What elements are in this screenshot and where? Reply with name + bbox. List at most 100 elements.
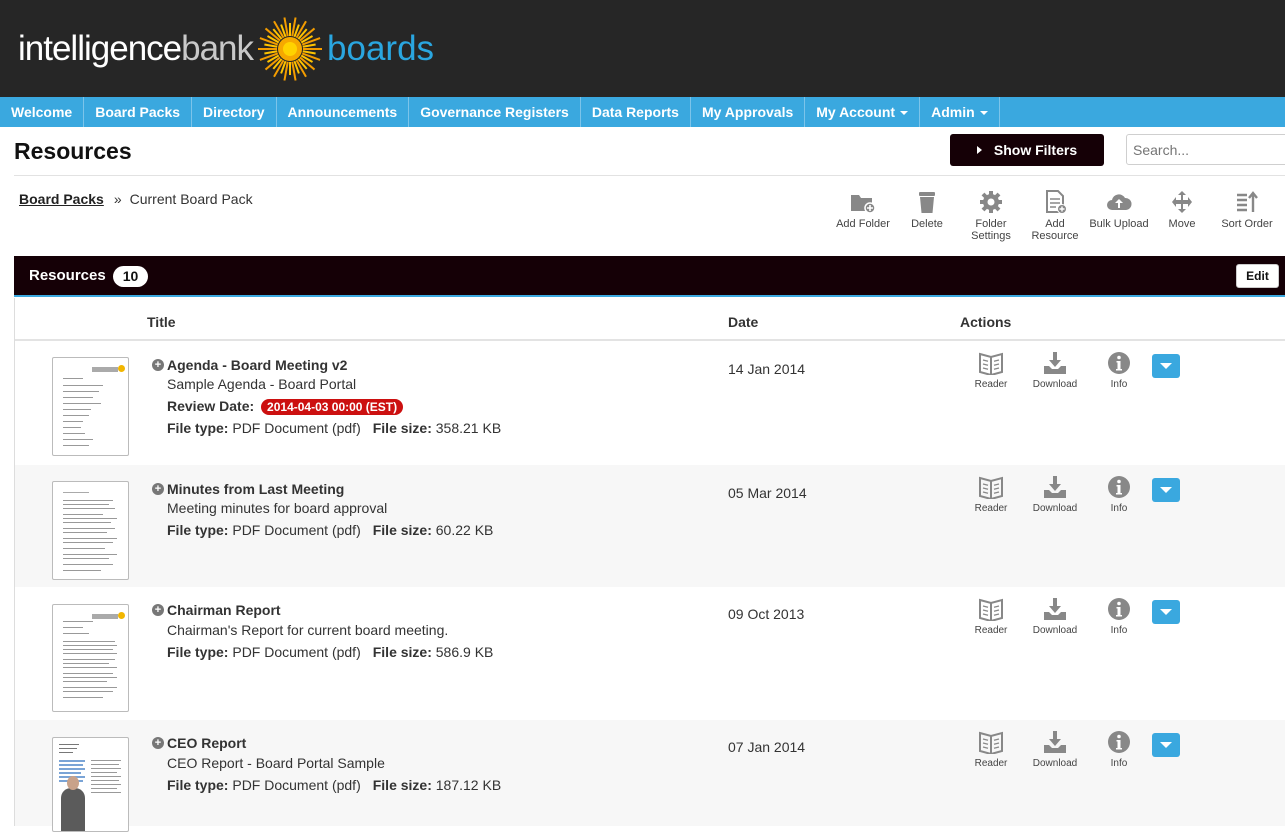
toolbar-label: Sort Order bbox=[1221, 218, 1273, 230]
resource-title[interactable]: Minutes from Last Meeting bbox=[167, 481, 344, 497]
info-icon bbox=[1108, 476, 1130, 498]
info-icon bbox=[1108, 352, 1130, 374]
download-button[interactable]: Download bbox=[1030, 351, 1080, 390]
row-menu-dropdown-button[interactable] bbox=[1152, 354, 1180, 378]
breadcrumb-board-packs[interactable]: Board Packs bbox=[19, 191, 104, 207]
resources-panel-header: Resources 10 Edit bbox=[14, 256, 1285, 297]
nav-board-packs[interactable]: Board Packs bbox=[84, 97, 193, 127]
nav-welcome[interactable]: Welcome bbox=[0, 97, 85, 127]
nav-governance-registers[interactable]: Governance Registers bbox=[409, 97, 581, 127]
row-menu-dropdown-button[interactable] bbox=[1152, 600, 1180, 624]
document-thumbnail[interactable] bbox=[52, 604, 129, 712]
action-label: Info bbox=[1110, 503, 1128, 514]
expand-icon[interactable]: + bbox=[152, 737, 164, 749]
resource-title[interactable]: Agenda - Board Meeting v2 bbox=[167, 357, 347, 373]
column-header-date[interactable]: Date bbox=[728, 314, 758, 330]
download-icon bbox=[1044, 352, 1066, 374]
nav-my-approvals[interactable]: My Approvals bbox=[691, 97, 806, 127]
reader-button[interactable]: Reader bbox=[966, 597, 1016, 636]
logo-word-boards: boards bbox=[327, 29, 435, 68]
nav-admin[interactable]: Admin bbox=[920, 97, 1000, 127]
action-label: Download bbox=[1032, 379, 1078, 390]
folder-settings-button[interactable]: Folder Settings bbox=[959, 190, 1023, 242]
search-input[interactable] bbox=[1126, 134, 1285, 165]
info-button[interactable]: Info bbox=[1094, 351, 1144, 390]
sort-order-button[interactable]: Sort Order bbox=[1215, 190, 1279, 230]
resource-date: 07 Jan 2014 bbox=[728, 739, 806, 755]
nav-my-account[interactable]: My Account bbox=[805, 97, 921, 127]
nav-directory[interactable]: Directory bbox=[192, 97, 277, 127]
add-folder-button[interactable]: Add Folder bbox=[831, 190, 895, 230]
sun-logo-icon bbox=[258, 17, 323, 81]
add-folder-icon bbox=[851, 195, 876, 214]
panel-title: Resources bbox=[29, 267, 106, 284]
table-row[interactable]: + Minutes from Last Meeting Meeting minu… bbox=[15, 465, 1285, 587]
resource-description: Meeting minutes for board approval bbox=[167, 500, 388, 516]
review-date-label: Review Date: bbox=[167, 398, 255, 414]
reader-button[interactable]: Reader bbox=[966, 351, 1016, 390]
download-button[interactable]: Download bbox=[1030, 730, 1080, 769]
nav-label: Directory bbox=[203, 104, 265, 120]
nav-label: Data Reports bbox=[591, 104, 679, 120]
resource-title[interactable]: CEO Report bbox=[167, 735, 246, 751]
add-document-icon bbox=[1046, 190, 1067, 214]
row-menu-dropdown-button[interactable] bbox=[1152, 733, 1180, 757]
info-button[interactable]: Info bbox=[1094, 475, 1144, 514]
nav-data-reports[interactable]: Data Reports bbox=[581, 97, 691, 127]
file-size-label: File size: bbox=[372, 522, 432, 538]
reader-button[interactable]: Reader bbox=[966, 730, 1016, 769]
file-meta: File type: PDF Document (pdf) File size: … bbox=[167, 420, 501, 436]
file-size-value: 60.22 KB bbox=[435, 522, 494, 538]
file-meta: File type: PDF Document (pdf) File size: … bbox=[167, 777, 501, 793]
info-button[interactable]: Info bbox=[1094, 730, 1144, 769]
show-filters-label: Show Filters bbox=[993, 142, 1078, 158]
expand-icon[interactable]: + bbox=[152, 359, 164, 371]
download-button[interactable]: Download bbox=[1030, 475, 1080, 514]
file-type-label: File type: bbox=[167, 420, 229, 436]
expand-icon[interactable]: + bbox=[152, 604, 164, 616]
main-nav: Welcome Board Packs Directory Announceme… bbox=[0, 97, 1285, 127]
nav-announcements[interactable]: Announcements bbox=[277, 97, 410, 127]
document-thumbnail[interactable] bbox=[52, 481, 129, 580]
file-size-label: File size: bbox=[372, 420, 432, 436]
row-menu-dropdown-button[interactable] bbox=[1152, 478, 1180, 502]
file-size-label: File size: bbox=[372, 644, 432, 660]
table-row[interactable]: + Agenda - Board Meeting v2 Sample Agend… bbox=[15, 341, 1285, 465]
breadcrumb-current: Current Board Pack bbox=[129, 191, 253, 207]
table-row[interactable]: + Chairman Report Chairman's Report for … bbox=[15, 587, 1285, 720]
download-icon bbox=[1044, 476, 1066, 498]
book-icon bbox=[979, 598, 1003, 621]
gear-icon bbox=[980, 191, 1002, 213]
toolbar-label: Bulk Upload bbox=[1089, 218, 1149, 230]
resource-count-badge: 10 bbox=[113, 266, 148, 287]
delete-button[interactable]: Delete bbox=[895, 190, 959, 230]
document-thumbnail[interactable] bbox=[52, 357, 129, 456]
book-icon bbox=[979, 352, 1003, 375]
thumbnail-logo bbox=[92, 365, 125, 372]
table-row[interactable]: + CEO Report CEO Report - Board Portal S… bbox=[15, 720, 1285, 832]
play-icon bbox=[976, 146, 982, 154]
document-thumbnail[interactable] bbox=[52, 737, 129, 832]
move-button[interactable]: Move bbox=[1150, 190, 1214, 230]
brand-logo[interactable]: intelligence bank boards bbox=[18, 16, 434, 82]
review-date: Review Date: 2014-04-03 00:00 (EST) bbox=[167, 398, 404, 415]
add-resource-button[interactable]: Add Resource bbox=[1023, 190, 1087, 242]
ceo-photo bbox=[61, 776, 85, 831]
resource-date: 05 Mar 2014 bbox=[728, 485, 807, 501]
column-header-title[interactable]: Title bbox=[147, 314, 176, 330]
book-icon bbox=[979, 476, 1003, 499]
expand-icon[interactable]: + bbox=[152, 483, 164, 495]
show-filters-button[interactable]: Show Filters bbox=[950, 134, 1104, 166]
info-button[interactable]: Info bbox=[1094, 597, 1144, 636]
file-type-label: File type: bbox=[167, 777, 229, 793]
resource-date: 09 Oct 2013 bbox=[728, 606, 805, 622]
edit-button[interactable]: Edit bbox=[1236, 264, 1279, 288]
resource-title[interactable]: Chairman Report bbox=[167, 602, 281, 618]
action-label: Reader bbox=[974, 503, 1008, 514]
file-meta: File type: PDF Document (pdf) File size: … bbox=[167, 522, 493, 538]
resource-description: Chairman's Report for current board meet… bbox=[167, 622, 449, 638]
file-size-value: 187.12 KB bbox=[435, 777, 502, 793]
bulk-upload-button[interactable]: Bulk Upload bbox=[1087, 190, 1151, 230]
download-button[interactable]: Download bbox=[1030, 597, 1080, 636]
reader-button[interactable]: Reader bbox=[966, 475, 1016, 514]
